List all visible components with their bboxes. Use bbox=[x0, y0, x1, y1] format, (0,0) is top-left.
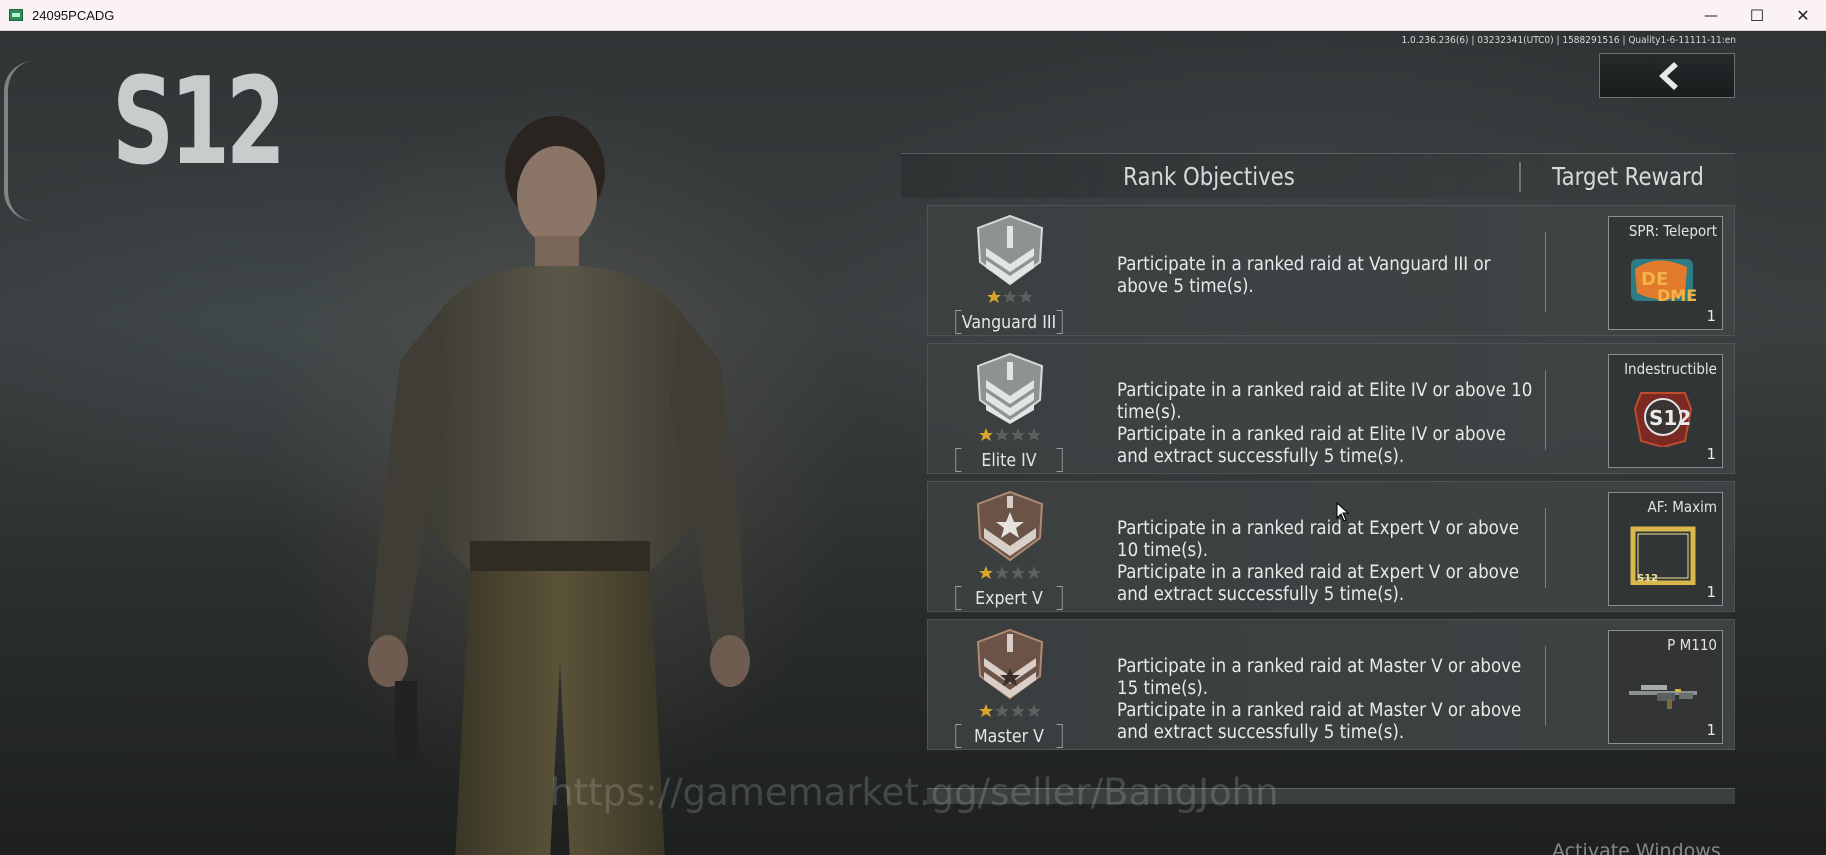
rank-name: Master V bbox=[955, 724, 1063, 748]
objective-line: Participate in a ranked raid at Elite IV… bbox=[1117, 380, 1533, 423]
rank-badge: Expert V bbox=[948, 490, 1070, 610]
rifle-icon bbox=[1629, 685, 1697, 709]
rank-insignia-icon bbox=[976, 352, 1044, 441]
rank-insignia-icon bbox=[976, 628, 1044, 717]
objectives-header: Rank Objectives Target Reward bbox=[901, 153, 1735, 198]
reward-name: AF: Maxim bbox=[1647, 498, 1717, 516]
objective-line: Participate in a ranked raid at Elite IV… bbox=[1117, 424, 1506, 467]
objective-line: Participate in a ranked raid at Master V… bbox=[1117, 656, 1522, 699]
character-model bbox=[368, 116, 750, 855]
objective-line: Participate in a ranked raid at Expert V… bbox=[1117, 518, 1519, 561]
reward-slot[interactable]: SPR: Teleport DE DME 1 bbox=[1608, 216, 1723, 330]
rank-insignia-icon bbox=[976, 214, 1044, 303]
reward-name: SPR: Teleport bbox=[1628, 222, 1717, 240]
svg-text:S12: S12 bbox=[1637, 573, 1658, 584]
version-info: 1.0.236.236(6) | 03232341(UTC0) | 158829… bbox=[1401, 35, 1736, 46]
back-button[interactable] bbox=[1599, 53, 1735, 98]
objective-line: Participate in a ranked raid at Expert V… bbox=[1117, 562, 1519, 605]
list-item[interactable]: Elite IV Participate in a ranked raid at… bbox=[927, 343, 1735, 474]
window-controls: — ☐ ✕ bbox=[1688, 0, 1826, 31]
mouse-cursor-icon bbox=[1336, 502, 1350, 522]
activate-windows-notice: Activate Windows bbox=[1552, 840, 1721, 855]
reward-slot[interactable]: Indestructible S12 1 bbox=[1608, 354, 1723, 468]
season-label: S12 bbox=[112, 53, 286, 192]
window-title: 24095PCADG bbox=[32, 7, 115, 23]
objective-text: Participate in a ranked raid at Expert V… bbox=[1117, 518, 1537, 606]
objectives-list[interactable]: Vanguard III Participate in a ranked rai… bbox=[927, 205, 1735, 757]
left-arc-decoration bbox=[4, 61, 34, 221]
reward-count: 1 bbox=[1706, 307, 1716, 325]
rank-name: Elite IV bbox=[955, 448, 1063, 472]
maximize-button[interactable]: ☐ bbox=[1734, 0, 1780, 31]
rank-badge: Elite IV bbox=[948, 352, 1070, 472]
app-icon bbox=[9, 9, 23, 21]
game-viewport: S12 1.0.236.236(6) | 03232341(UTC0) | 15… bbox=[0, 31, 1826, 855]
header-divider bbox=[1519, 162, 1521, 192]
rank-badge: Master V bbox=[948, 628, 1070, 748]
avatar-frame-icon: S12 bbox=[1630, 526, 1696, 585]
target-reward-heading: Target Reward bbox=[1552, 162, 1704, 191]
objective-text: Participate in a ranked raid at Master V… bbox=[1117, 656, 1537, 744]
rank-objectives-heading: Rank Objectives bbox=[1123, 162, 1295, 191]
svg-text:DME: DME bbox=[1657, 286, 1697, 305]
rank-insignia-icon bbox=[976, 490, 1044, 579]
s12-emblem-icon: S12 bbox=[1633, 392, 1693, 447]
list-item[interactable]: Vanguard III Participate in a ranked rai… bbox=[927, 205, 1735, 336]
rank-name: Vanguard III bbox=[955, 310, 1063, 334]
objective-line: Participate in a ranked raid at Vanguard… bbox=[1117, 254, 1491, 297]
reward-count: 1 bbox=[1706, 445, 1716, 463]
objective-text: Participate in a ranked raid at Elite IV… bbox=[1117, 380, 1537, 468]
rank-name: Expert V bbox=[955, 586, 1063, 610]
watermark-text: https://gamemarket.gg/seller/BangJohn bbox=[550, 771, 1279, 814]
row-divider bbox=[1545, 232, 1546, 312]
minimize-button[interactable]: — bbox=[1688, 0, 1734, 31]
reward-slot[interactable]: P M110 1 bbox=[1608, 630, 1723, 744]
reward-count: 1 bbox=[1706, 721, 1716, 739]
svg-text:S12: S12 bbox=[1649, 406, 1691, 430]
objective-text: Participate in a ranked raid at Vanguard… bbox=[1117, 254, 1537, 298]
rank-badge: Vanguard III bbox=[948, 214, 1070, 334]
reward-name: Indestructible bbox=[1624, 360, 1717, 378]
close-button[interactable]: ✕ bbox=[1780, 0, 1826, 31]
row-divider bbox=[1545, 508, 1546, 588]
chevron-left-icon bbox=[1659, 61, 1678, 90]
row-divider bbox=[1545, 646, 1546, 726]
objective-line: Participate in a ranked raid at Master V… bbox=[1117, 700, 1522, 743]
spray-teleport-icon: DE DME bbox=[1631, 259, 1697, 305]
reward-count: 1 bbox=[1706, 583, 1716, 601]
list-item[interactable]: Master V Participate in a ranked raid at… bbox=[927, 619, 1735, 750]
reward-name: P M110 bbox=[1667, 636, 1717, 654]
window-titlebar: 24095PCADG — ☐ ✕ bbox=[0, 0, 1826, 31]
row-divider bbox=[1545, 370, 1546, 450]
list-item[interactable]: Expert V Participate in a ranked raid at… bbox=[927, 481, 1735, 612]
reward-slot[interactable]: AF: Maxim S12 1 bbox=[1608, 492, 1723, 606]
